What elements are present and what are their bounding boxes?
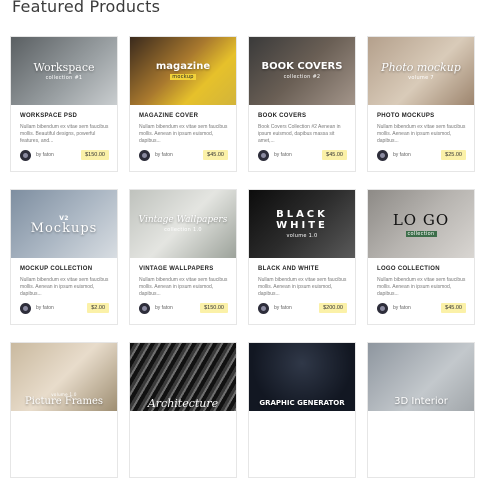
author-link[interactable]: by faton bbox=[274, 305, 292, 311]
product-thumbnail[interactable]: GRAPHIC GENERATOR bbox=[249, 343, 355, 411]
product-meta: by faton $150.00 bbox=[20, 149, 109, 161]
product-title[interactable]: WORKSPACE PSD bbox=[20, 113, 77, 119]
product-thumbnail[interactable]: BLACK WHITE volume 1.0 bbox=[249, 190, 355, 258]
product-thumbnail[interactable]: BOOK COVERS collection #2 bbox=[249, 37, 355, 105]
product-description: Nullam bibendum ex vitae sem faucibus mo… bbox=[258, 277, 347, 297]
product-description: Nullam bibendum ex vitae sem faucibus mo… bbox=[20, 124, 109, 144]
product-thumbnail[interactable]: V2 Mockups bbox=[11, 190, 117, 258]
product-title[interactable]: MOCKUP COLLECTION bbox=[20, 266, 92, 272]
thumbnail-title: BLACK WHITE bbox=[276, 209, 328, 231]
product-card-magazine[interactable]: magazine mockup MAGAZINE COVER Nullam bi… bbox=[129, 36, 237, 172]
product-thumbnail[interactable]: volume 1.0 Picture Frames bbox=[11, 343, 117, 411]
thumbnail-title: BOOK COVERS bbox=[261, 61, 343, 72]
product-meta: by faton $45.00 bbox=[258, 149, 347, 161]
thumbnail-subtitle: collection #2 bbox=[283, 74, 321, 80]
thumbnail-title: Mockups bbox=[30, 221, 98, 236]
price-badge: $45.00 bbox=[203, 150, 228, 160]
product-description: Nullam bibendum ex vitae sem faucibus mo… bbox=[139, 277, 228, 297]
page-title: Featured Products bbox=[12, 0, 161, 16]
product-thumbnail[interactable]: Photo mockup volume 7 bbox=[368, 37, 474, 105]
product-card-logo-collection[interactable]: LO GO collection LOGO COLLECTION Nullam … bbox=[367, 189, 475, 325]
price-badge: $45.00 bbox=[322, 150, 347, 160]
thumbnail-subtitle: collection #1 bbox=[45, 74, 83, 81]
product-description: Nullam bibendum ex vitae sem faucibus mo… bbox=[377, 124, 466, 144]
price-badge: $200.00 bbox=[319, 303, 347, 313]
product-thumbnail[interactable]: LO GO collection bbox=[368, 190, 474, 258]
product-thumbnail[interactable]: Workspace collection #1 bbox=[11, 37, 117, 105]
author-link[interactable]: by faton bbox=[36, 305, 54, 311]
product-meta: by faton $200.00 bbox=[258, 302, 347, 314]
product-meta: by faton $2.00 bbox=[20, 302, 109, 314]
product-title[interactable]: MAGAZINE COVER bbox=[139, 113, 198, 119]
product-title[interactable]: BLACK AND WHITE bbox=[258, 266, 319, 272]
product-description: Nullam bibendum ex vitae sem faucibus mo… bbox=[20, 277, 109, 297]
thumbnail-title: magazine bbox=[155, 61, 211, 72]
avatar bbox=[258, 149, 269, 161]
author-link[interactable]: by faton bbox=[155, 305, 173, 311]
product-card-photo-mockups[interactable]: Photo mockup volume 7 PHOTO MOCKUPS Null… bbox=[367, 36, 475, 172]
thumbnail-subtitle: volume 1.0 bbox=[286, 233, 318, 239]
product-thumbnail[interactable]: magazine mockup bbox=[130, 37, 236, 105]
avatar bbox=[139, 302, 150, 314]
product-card-mockup-collection[interactable]: V2 Mockups MOCKUP COLLECTION Nullam bibe… bbox=[10, 189, 118, 325]
product-grid: Workspace collection #1 WORKSPACE PSD Nu… bbox=[10, 36, 480, 478]
product-description: Nullam bibendum ex vitae sem faucibus mo… bbox=[139, 124, 228, 144]
author-link[interactable]: by faton bbox=[393, 152, 411, 158]
author-link[interactable]: by faton bbox=[274, 152, 292, 158]
price-badge: $2.00 bbox=[87, 303, 109, 313]
product-card-workspace[interactable]: Workspace collection #1 WORKSPACE PSD Nu… bbox=[10, 36, 118, 172]
thumbnail-title: Picture Frames bbox=[24, 396, 104, 407]
thumbnail-subtitle: collection bbox=[405, 231, 437, 237]
product-thumbnail[interactable]: Vintage Wallpapers collection 1.0 bbox=[130, 190, 236, 258]
thumbnail-title: LO GO bbox=[392, 211, 450, 229]
product-card-book-covers[interactable]: BOOK COVERS collection #2 BOOK COVERS Bo… bbox=[248, 36, 356, 172]
product-meta: by faton $45.00 bbox=[377, 302, 466, 314]
thumbnail-title: Architecture bbox=[147, 397, 219, 410]
product-card-graphic-generator[interactable]: GRAPHIC GENERATOR bbox=[248, 342, 356, 478]
product-title[interactable]: LOGO COLLECTION bbox=[377, 266, 440, 272]
thumbnail-title: Workspace bbox=[33, 60, 95, 74]
price-badge: $150.00 bbox=[81, 150, 109, 160]
avatar bbox=[20, 302, 31, 314]
product-title[interactable]: BOOK COVERS bbox=[258, 113, 306, 119]
product-description: Book Covers Collection #2 Aenean in ipsu… bbox=[258, 124, 341, 144]
thumbnail-title: 3D Interior bbox=[394, 396, 448, 407]
product-title[interactable]: PHOTO MOCKUPS bbox=[377, 113, 434, 119]
thumbnail-subtitle: mockup bbox=[170, 74, 196, 80]
product-card-vintage-wallpapers[interactable]: Vintage Wallpapers collection 1.0 VINTAG… bbox=[129, 189, 237, 325]
price-badge: $150.00 bbox=[200, 303, 228, 313]
price-badge: $25.00 bbox=[441, 150, 466, 160]
product-thumbnail[interactable]: 3D Interior bbox=[368, 343, 474, 411]
thumbnail-subtitle: volume 7 bbox=[408, 74, 434, 81]
product-card-3d-interior[interactable]: 3D Interior bbox=[367, 342, 475, 478]
product-card-picture-frames[interactable]: volume 1.0 Picture Frames bbox=[10, 342, 118, 478]
author-link[interactable]: by faton bbox=[155, 152, 173, 158]
thumbnail-title: Vintage Wallpapers bbox=[138, 214, 228, 225]
product-card-architecture[interactable]: Architecture bbox=[129, 342, 237, 478]
avatar bbox=[139, 149, 150, 161]
product-meta: by faton $25.00 bbox=[377, 149, 466, 161]
avatar bbox=[377, 149, 388, 161]
product-title[interactable]: VINTAGE WALLPAPERS bbox=[139, 266, 214, 272]
thumbnail-subtitle: collection 1.0 bbox=[164, 226, 202, 233]
avatar bbox=[258, 302, 269, 314]
avatar bbox=[20, 149, 31, 161]
product-thumbnail[interactable]: Architecture bbox=[130, 343, 236, 411]
product-card-black-and-white[interactable]: BLACK WHITE volume 1.0 BLACK AND WHITE N… bbox=[248, 189, 356, 325]
author-link[interactable]: by faton bbox=[36, 152, 54, 158]
avatar bbox=[377, 302, 388, 314]
product-meta: by faton $150.00 bbox=[139, 302, 228, 314]
thumbnail-title: Photo mockup bbox=[381, 60, 461, 74]
product-meta: by faton $45.00 bbox=[139, 149, 228, 161]
author-link[interactable]: by faton bbox=[393, 305, 411, 311]
thumbnail-title: GRAPHIC GENERATOR bbox=[259, 399, 345, 407]
price-badge: $45.00 bbox=[441, 303, 466, 313]
product-description: Nullam bibendum ex vitae sem faucibus mo… bbox=[377, 277, 466, 297]
